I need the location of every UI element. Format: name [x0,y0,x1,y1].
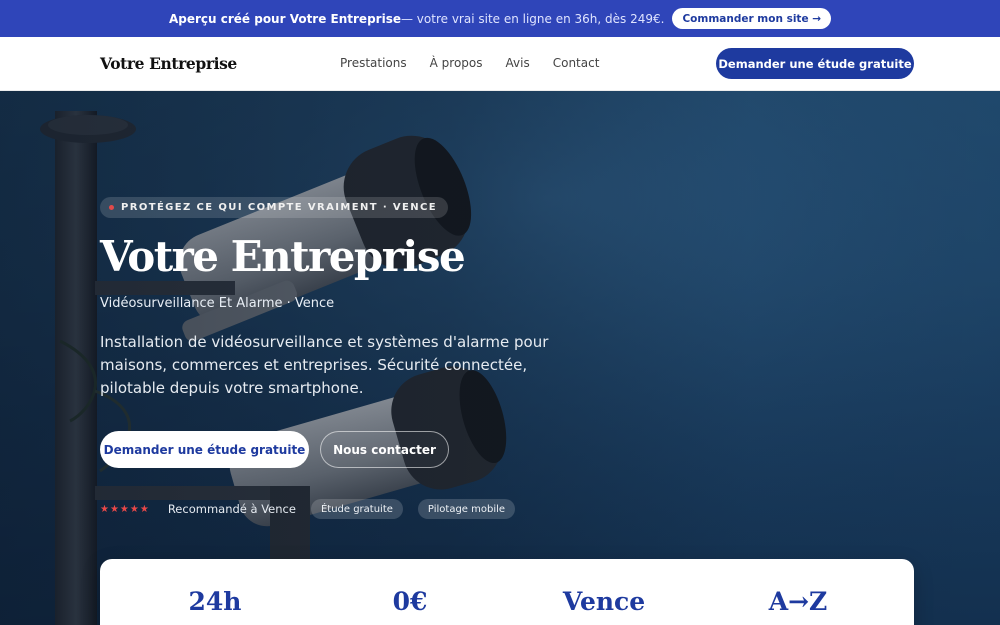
chip-free-study: Étude gratuite [310,499,403,519]
hero-description: Installation de vidéosurveillance et sys… [100,333,549,397]
stat-value: Vence [562,587,646,616]
order-site-button[interactable]: Commander mon site → [672,8,832,29]
hero-eyebrow-text: PROTÉGEZ CE QUI COMPTE VRAIMENT · VENCE [121,202,438,213]
site-header: Votre Entreprise Prestations À propos Av… [0,37,1000,91]
stat-value: A→Z [768,587,828,616]
hero-title: Votre Entreprise [100,232,466,281]
hero-eyebrow-badge: PROTÉGEZ CE QUI COMPTE VRAIMENT · VENCE [100,197,449,218]
hero-subtitle: Vidéosurveillance Et Alarme · Vence [100,296,335,311]
red-dot-icon [109,205,114,210]
banner-text: — votre vrai site en ligne en 36h, dès 2… [400,11,665,26]
hero-contact-button[interactable]: Nous contacter [320,431,449,468]
banner-lead: Aperçu créé pour Votre Entreprise [168,11,401,26]
nav-link-prestations[interactable]: Prestations [340,56,407,70]
hero-primary-button[interactable]: Demander une étude gratuite [100,431,309,468]
nav-link-a-propos[interactable]: À propos [430,56,483,70]
nav-link-contact[interactable]: Contact [553,56,600,70]
main-nav: Prestations À propos Avis Contact [340,56,599,70]
hero-section: PROTÉGEZ CE QUI COMPTE VRAIMENT · VENCE … [0,91,1000,625]
trust-row: ★★★★★ Recommandé à Vence Étude gratuite … [100,499,516,519]
logo[interactable]: Votre Entreprise [100,54,237,73]
stats-card: 24h 0€ Vence A→Z [100,559,914,625]
nav-link-avis[interactable]: Avis [506,56,530,70]
header-cta-button[interactable]: Demander une étude gratuite [716,48,914,79]
stat-value: 0€ [392,587,428,616]
chip-mobile-control: Pilotage mobile [417,499,516,519]
star-rating-icon: ★★★★★ [100,503,150,515]
announcement-banner: Aperçu créé pour Votre Entreprise — votr… [0,0,1000,37]
stat-value: 24h [188,587,242,616]
trust-text: Recommandé à Vence [167,502,296,516]
